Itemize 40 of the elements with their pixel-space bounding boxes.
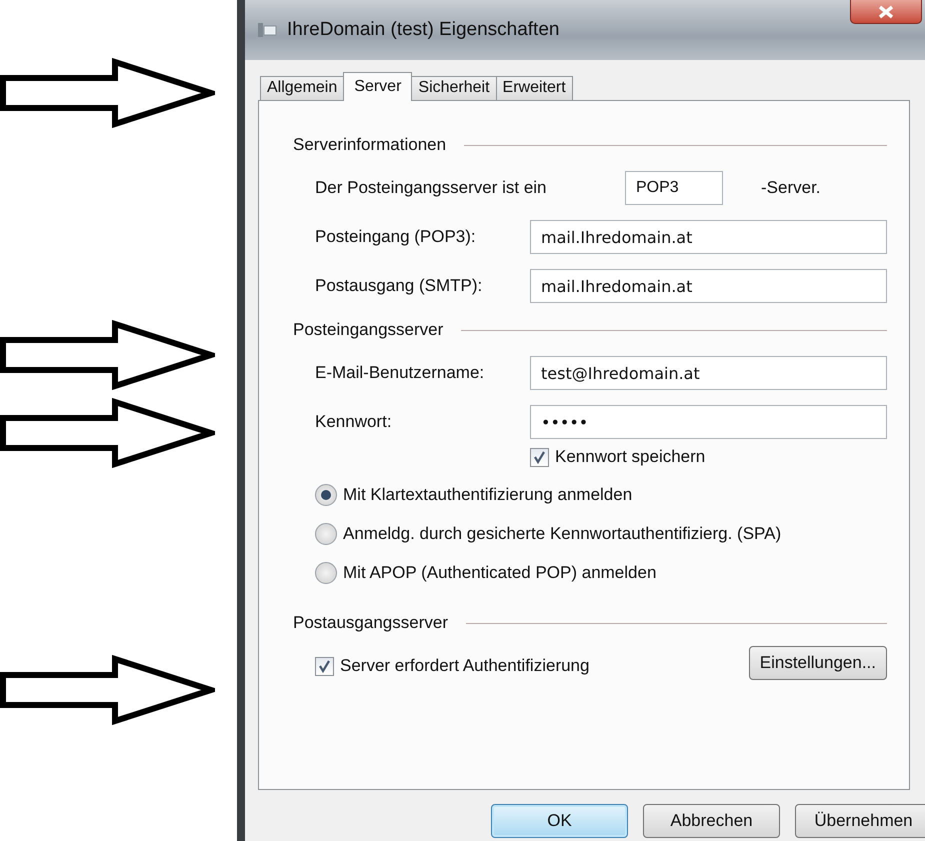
tab[interactable]: Allgemein bbox=[260, 76, 344, 100]
checkbox[interactable] bbox=[530, 448, 549, 466]
server-type-field[interactable]: POP3 bbox=[625, 171, 723, 205]
window-icon bbox=[257, 20, 277, 40]
dialog-button[interactable]: OK bbox=[491, 804, 628, 838]
field-suffix: -Server. bbox=[761, 177, 821, 200]
window-title: IhreDomain (test) Eigenschaften bbox=[287, 18, 560, 42]
radio-label: Anmeldg. durch gesicherte Kennwortauthentifizierg. (SPA) bbox=[343, 523, 782, 546]
checkbox[interactable] bbox=[315, 656, 334, 676]
settings-button[interactable]: Einstellungen... bbox=[748, 646, 887, 680]
radio-label: Mit Klartextauthentifizierung anmelden bbox=[343, 484, 632, 506]
radio-button[interactable] bbox=[315, 523, 337, 545]
arrow-icon bbox=[0, 398, 215, 468]
field-label: E-Mail-Benutzername: bbox=[315, 362, 486, 384]
input-field[interactable]: mail.Ihredomain.at bbox=[530, 220, 887, 254]
checkbox-label: Kennwort speichern bbox=[555, 446, 706, 468]
radio-button[interactable] bbox=[315, 562, 337, 584]
section-heading: Posteingangsserver bbox=[293, 319, 444, 342]
field-label: Der Posteingangsserver ist ein bbox=[315, 177, 548, 200]
tab[interactable]: Server bbox=[343, 72, 412, 101]
tab[interactable]: Erweitert bbox=[496, 76, 573, 100]
checkbox-label: Server erfordert Authentifizierung bbox=[340, 655, 590, 678]
radio-button[interactable] bbox=[315, 484, 337, 506]
arrow-icon bbox=[0, 655, 215, 725]
radio-label: Mit APOP (Authenticated POP) anmelden bbox=[343, 562, 656, 584]
arrow-icon bbox=[0, 320, 215, 390]
input-field[interactable]: mail.Ihredomain.at bbox=[530, 269, 887, 303]
field-label: Posteingang (POP3): bbox=[315, 226, 477, 248]
field-label: Postausgang (SMTP): bbox=[315, 275, 484, 298]
arrow-icon bbox=[0, 58, 215, 128]
close-icon bbox=[877, 4, 895, 18]
tab[interactable]: Sicherheit bbox=[411, 76, 497, 100]
field-label: Kennwort: bbox=[315, 411, 393, 434]
section-heading: Postausgangsserver bbox=[293, 612, 448, 634]
section-heading: Serverinformationen bbox=[293, 134, 446, 156]
dialog-button[interactable]: Übernehmen bbox=[795, 804, 925, 838]
input-field[interactable]: test@Ihredomain.at bbox=[530, 356, 887, 390]
close-button[interactable] bbox=[850, 0, 922, 24]
dialog-button[interactable]: Abbrechen bbox=[643, 804, 780, 838]
input-field[interactable]: ••••• bbox=[530, 405, 887, 439]
